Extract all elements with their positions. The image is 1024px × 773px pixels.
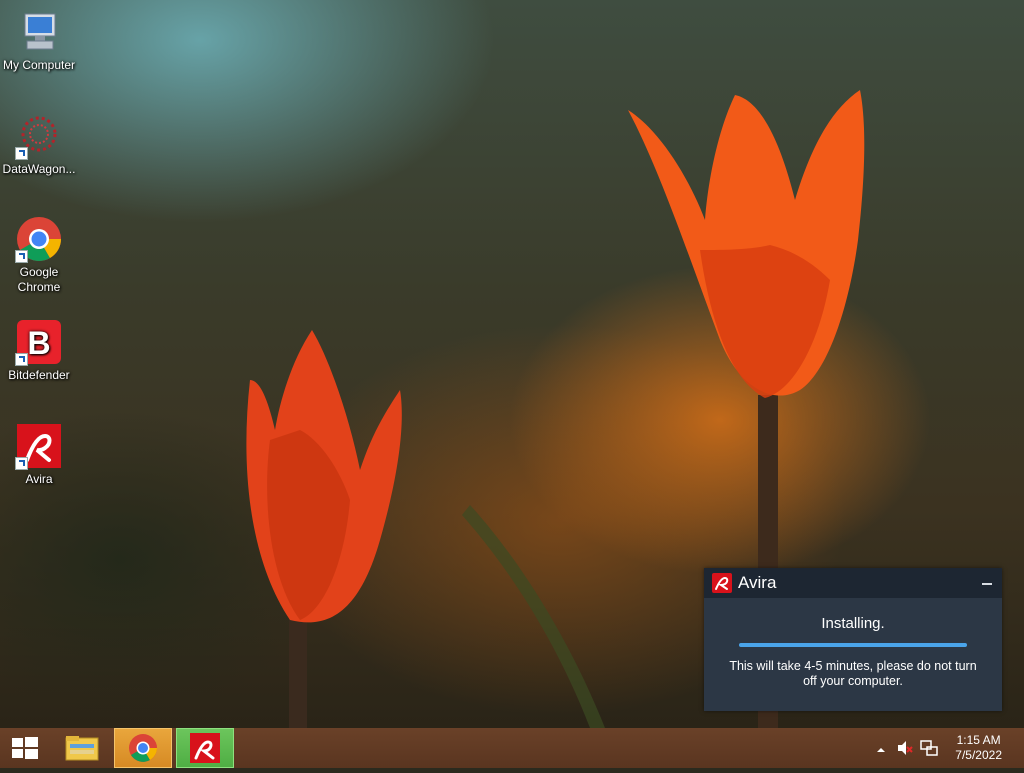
bitdefender-icon: B bbox=[15, 318, 63, 366]
toast-header: Avira bbox=[704, 568, 1002, 598]
toast-title: Avira bbox=[738, 573, 777, 592]
desktop-icon-label: Google Chrome bbox=[17, 265, 61, 294]
desktop-icon-avira[interactable]: Avira bbox=[0, 422, 78, 487]
taskbar-file-explorer[interactable] bbox=[56, 728, 108, 768]
avira-install-toast: Avira Installing. This will take 4-5 min… bbox=[704, 568, 1002, 711]
minimize-button[interactable] bbox=[980, 576, 994, 590]
avira-icon bbox=[15, 422, 63, 470]
desktop-icon-label: Avira bbox=[25, 472, 53, 486]
datawagon-icon bbox=[15, 112, 63, 160]
system-tray bbox=[872, 728, 948, 768]
install-message: This will take 4-5 minutes, please do no… bbox=[729, 659, 977, 688]
desktop-icon-label: Bitdefender bbox=[8, 368, 70, 382]
desktop-icon-google-chrome[interactable]: Google Chrome bbox=[0, 215, 78, 295]
desktop-icon-label: My Computer bbox=[2, 58, 76, 72]
network-icon[interactable] bbox=[920, 739, 938, 762]
file-explorer-icon bbox=[65, 736, 99, 761]
shortcut-arrow-icon bbox=[15, 250, 28, 263]
taskbar-chrome[interactable] bbox=[114, 728, 172, 768]
shortcut-arrow-icon bbox=[15, 353, 28, 366]
taskbar-avira[interactable] bbox=[176, 728, 234, 768]
install-progress-bar bbox=[739, 643, 967, 647]
chrome-icon bbox=[129, 734, 157, 762]
svg-text:B: B bbox=[27, 325, 50, 361]
desktop-icon-my-computer[interactable]: My Computer bbox=[0, 8, 78, 73]
computer-icon bbox=[15, 8, 63, 56]
shortcut-arrow-icon bbox=[15, 457, 28, 470]
desktop-icon-label: DataWagon... bbox=[2, 162, 76, 176]
taskbar: 1:15 AM 7/5/2022 bbox=[0, 728, 1024, 768]
clock-time: 1:15 AM bbox=[956, 733, 1001, 747]
shortcut-arrow-icon bbox=[15, 147, 28, 160]
show-hidden-icons-icon[interactable] bbox=[876, 742, 886, 760]
install-progress-fill bbox=[739, 643, 967, 647]
start-button[interactable] bbox=[0, 728, 50, 768]
desktop-icon-datawagon[interactable]: DataWagon... bbox=[0, 112, 78, 177]
speaker-muted-icon[interactable] bbox=[896, 740, 914, 761]
start-icon bbox=[12, 737, 38, 759]
clock-date: 7/5/2022 bbox=[955, 748, 1002, 762]
install-status: Installing. bbox=[821, 615, 885, 632]
desktop-icon-bitdefender[interactable]: B Bitdefender bbox=[0, 318, 78, 383]
avira-logo-icon bbox=[712, 573, 732, 593]
avira-icon bbox=[190, 733, 220, 763]
taskbar-clock[interactable]: 1:15 AM 7/5/2022 bbox=[955, 733, 1002, 763]
chrome-icon bbox=[15, 215, 63, 263]
